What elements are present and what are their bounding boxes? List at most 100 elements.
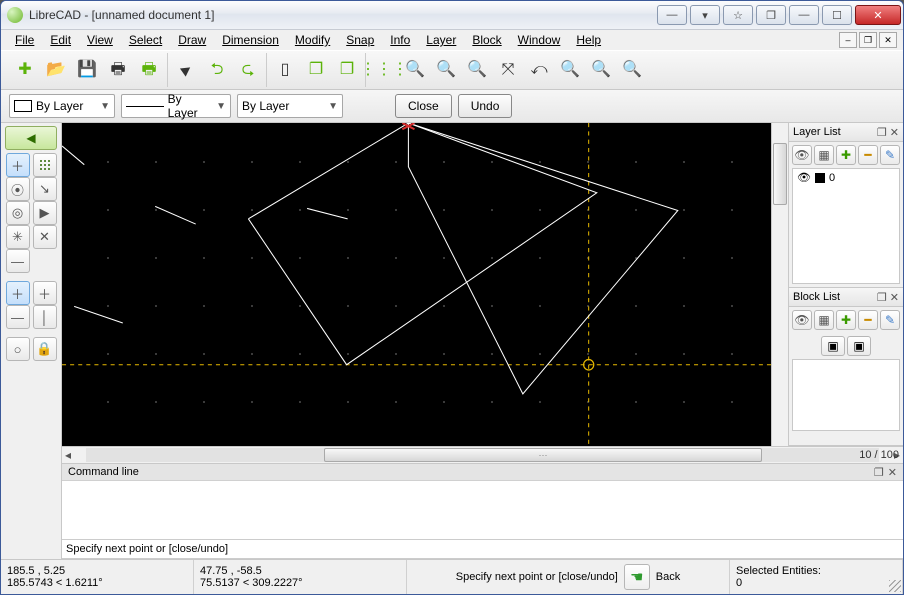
open-file-icon[interactable]: 📂 bbox=[42, 56, 70, 84]
menu-modify[interactable]: Modify bbox=[287, 31, 338, 49]
layer-list[interactable]: 👁 0 bbox=[792, 168, 900, 284]
zoom-pan-icon[interactable]: 🔍 bbox=[587, 56, 615, 84]
undock-icon[interactable]: ❐ bbox=[877, 291, 887, 304]
edit-layer-icon[interactable]: ✎ bbox=[880, 145, 900, 165]
remove-layer-icon[interactable]: ━ bbox=[858, 145, 878, 165]
pick-arrow-icon[interactable] bbox=[172, 56, 200, 84]
block-list-area[interactable] bbox=[792, 359, 900, 431]
scrollbar-track[interactable]: ⋯ bbox=[86, 448, 879, 462]
toggle-frozen-icon[interactable]: ▦ bbox=[814, 145, 834, 165]
sys-button-1[interactable]: — bbox=[657, 5, 687, 25]
zoom-prev-icon[interactable]: ⤺ bbox=[525, 56, 553, 84]
scroll-left-icon[interactable]: ◂ bbox=[62, 448, 74, 462]
zoom-auto-icon[interactable]: ⤧ bbox=[494, 56, 522, 84]
menu-view[interactable]: View bbox=[79, 31, 121, 49]
sys-button-2[interactable]: ▾ bbox=[690, 5, 720, 25]
eye-icon[interactable]: 👁 bbox=[792, 310, 812, 330]
menu-edit[interactable]: Edit bbox=[42, 31, 79, 49]
close-panel-icon[interactable]: ✕ bbox=[890, 291, 899, 304]
linetype-bylayer-select[interactable]: By Layer ▼ bbox=[121, 94, 231, 118]
print-preview-icon[interactable]: 🖶 bbox=[135, 56, 163, 84]
maximize-button[interactable]: ☐ bbox=[822, 5, 852, 25]
add-layer-icon[interactable]: ✚ bbox=[836, 145, 856, 165]
mdi-restore-button[interactable]: ❐ bbox=[859, 32, 877, 48]
add-block-icon[interactable]: ✚ bbox=[836, 310, 856, 330]
lt-restrict-vert[interactable]: │ bbox=[33, 305, 57, 329]
resize-grip-icon[interactable] bbox=[889, 580, 901, 592]
menu-layer[interactable]: Layer bbox=[418, 31, 464, 49]
insert-block-icon[interactable]: ▣ bbox=[821, 336, 845, 356]
zoom-in-icon[interactable]: 🔍 bbox=[432, 56, 460, 84]
block-list-header[interactable]: Block List ❐✕ bbox=[789, 288, 903, 307]
menu-snap[interactable]: Snap bbox=[338, 31, 382, 49]
drawing-canvas[interactable] bbox=[62, 123, 771, 446]
lt-lockrelzero[interactable]: 🔒 bbox=[33, 337, 57, 361]
layer-visible-icon[interactable]: 👁 bbox=[797, 171, 811, 184]
new-file-icon[interactable]: ✚ bbox=[11, 56, 39, 84]
create-block-icon[interactable]: ▣ bbox=[847, 336, 871, 356]
lt-restrict-ortho[interactable]: ＋ bbox=[33, 281, 57, 305]
lt-crosshair[interactable]: ＋ bbox=[6, 153, 30, 177]
toggle-icon[interactable]: ▦ bbox=[814, 310, 834, 330]
lt-snap-dist[interactable]: ✳ bbox=[6, 225, 30, 249]
lt-griddots[interactable] bbox=[33, 153, 57, 177]
command-input[interactable]: Specify next point or [close/undo] bbox=[62, 540, 903, 559]
close-polyline-button[interactable]: Close bbox=[395, 94, 452, 118]
undock-icon[interactable]: ❐ bbox=[877, 126, 887, 139]
title-bar[interactable]: LibreCAD - [unnamed document 1] — ▾ ☆ ❐ … bbox=[1, 1, 903, 30]
menu-file[interactable]: File bbox=[7, 31, 42, 49]
undo-segment-button[interactable]: Undo bbox=[458, 94, 513, 118]
lt-restrict-none[interactable]: ＋ bbox=[6, 281, 30, 305]
remove-block-icon[interactable]: ━ bbox=[858, 310, 878, 330]
menu-help[interactable]: Help bbox=[568, 31, 609, 49]
color-bylayer-select[interactable]: By Layer ▼ bbox=[9, 94, 115, 118]
menu-info[interactable]: Info bbox=[382, 31, 418, 49]
menu-dimension[interactable]: Dimension bbox=[214, 31, 287, 49]
print-icon[interactable]: 🖶 bbox=[104, 56, 132, 84]
copy-icon[interactable]: ❐ bbox=[302, 56, 330, 84]
toggle-grid-icon[interactable]: ⋮⋮⋮ bbox=[370, 56, 398, 84]
menu-window[interactable]: Window bbox=[510, 31, 569, 49]
edit-block-icon[interactable]: ✎ bbox=[880, 310, 900, 330]
eye-icon[interactable]: 👁 bbox=[792, 145, 812, 165]
lt-snap-endpoint[interactable]: ⦿ bbox=[6, 177, 30, 201]
horizontal-scrollbar[interactable]: ◂ ⋯ ▸ 10 / 100 bbox=[62, 446, 903, 463]
command-line-header[interactable]: Command line ❐✕ bbox=[62, 464, 903, 481]
vertical-scrollbar[interactable] bbox=[771, 123, 788, 446]
mdi-close-button[interactable]: ✕ bbox=[879, 32, 897, 48]
lt-restrict-horiz[interactable]: ― bbox=[6, 305, 30, 329]
zoom-out-icon[interactable]: 🔍 bbox=[463, 56, 491, 84]
zoom-redraw-icon[interactable]: 🔍 bbox=[401, 56, 429, 84]
close-button[interactable]: ✕ bbox=[855, 5, 901, 25]
cut-icon[interactable]: ▯ bbox=[271, 56, 299, 84]
lt-snap-hline[interactable]: ― bbox=[6, 249, 30, 273]
zoom-window-icon[interactable]: 🔍 bbox=[556, 56, 584, 84]
mdi-minimize-button[interactable]: – bbox=[839, 32, 857, 48]
lt-snap-mid[interactable]: ▶ bbox=[33, 201, 57, 225]
menu-draw[interactable]: Draw bbox=[170, 31, 214, 49]
save-file-icon[interactable]: 💾 bbox=[73, 56, 101, 84]
close-panel-icon[interactable]: ✕ bbox=[888, 466, 897, 479]
layer-row[interactable]: 👁 0 bbox=[797, 171, 895, 184]
cad-back-button[interactable]: ◀ bbox=[5, 126, 57, 150]
command-log[interactable] bbox=[62, 481, 903, 540]
lineweight-bylayer-select[interactable]: By Layer ▼ bbox=[237, 94, 343, 118]
lt-snap-on-entity[interactable]: ↘ bbox=[33, 177, 57, 201]
menu-select[interactable]: Select bbox=[121, 31, 170, 49]
paste-icon[interactable]: ❐ bbox=[333, 56, 361, 84]
back-button[interactable]: ☚ bbox=[624, 564, 650, 590]
scrollbar-thumb[interactable]: ⋯ bbox=[324, 448, 762, 462]
menu-block[interactable]: Block bbox=[464, 31, 509, 49]
sys-button-4[interactable]: ❐ bbox=[756, 5, 786, 25]
close-panel-icon[interactable]: ✕ bbox=[890, 126, 899, 139]
undock-icon[interactable]: ❐ bbox=[874, 466, 884, 479]
sys-button-3[interactable]: ☆ bbox=[723, 5, 753, 25]
layer-list-header[interactable]: Layer List ❐✕ bbox=[789, 123, 903, 142]
scrollbar-thumb[interactable] bbox=[773, 143, 787, 205]
lt-snap-inter[interactable]: ✕ bbox=[33, 225, 57, 249]
minimize-button[interactable]: — bbox=[789, 5, 819, 25]
undo-icon[interactable]: ⮌ bbox=[203, 56, 231, 84]
zoom-extents-icon[interactable]: 🔍 bbox=[618, 56, 646, 84]
lt-snap-center[interactable]: ◎ bbox=[6, 201, 30, 225]
lt-relzero[interactable]: ○ bbox=[6, 337, 30, 361]
